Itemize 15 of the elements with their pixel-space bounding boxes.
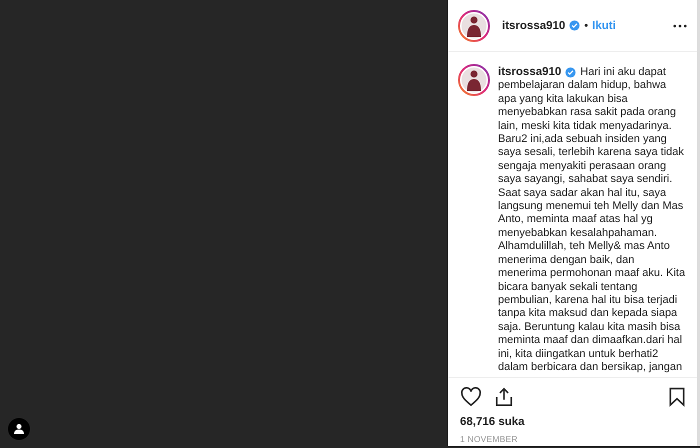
share-icon[interactable] xyxy=(494,387,514,407)
separator-dot: • xyxy=(584,20,588,32)
username-link[interactable]: itsrossa910 xyxy=(502,20,566,32)
caption-text: pembelajaran dalam hidup, bahwa apa yang kita lakukan bisa menyebabkan rasa sakit pada orang lain, meski kita tidak menyadarinya. Baru2 ini,ada sebuah insiden yang saya sesali, terlebih karena saya tidak sengaja menyakiti perasaan orang saya sayangi, sahabat saya sendiri. Saat saya sadar akan hal itu, saya langsung menemui teh Melly dan Mas Anto, meminta maaf atas hal yg menyebabkan kesalahpahaman. Alhamdulillah, teh Melly& mas Anto menerima dengan baik, dan menerima permohonan maaf aku. Kita bicara banyak sekali tentang pembulian, karena hal itu bisa terjadi tanpa kita maksud dan kepada siapa saja. Beruntung kalau kita masih bisa meminta maaf dan dimaafkan.dari hal ini, kita diingatkan untuk berhati2 dalam berbicara dan bersikap, jangan xyxy=(498,79,686,374)
user-tag-button[interactable] xyxy=(8,418,30,440)
more-options-icon[interactable] xyxy=(673,24,687,28)
post-date: 1 NOVEMBER xyxy=(460,434,519,444)
bookmark-icon[interactable] xyxy=(669,387,685,407)
caption-text: Hari ini aku dapat xyxy=(580,66,666,80)
likes-count[interactable]: 68,716 suka xyxy=(460,416,685,428)
heart-icon[interactable] xyxy=(460,387,482,407)
avatar-icon[interactable] xyxy=(458,10,490,42)
avatar-icon[interactable] xyxy=(458,64,490,96)
person-icon xyxy=(13,423,25,435)
username-link[interactable]: itsrossa910 xyxy=(498,66,562,80)
